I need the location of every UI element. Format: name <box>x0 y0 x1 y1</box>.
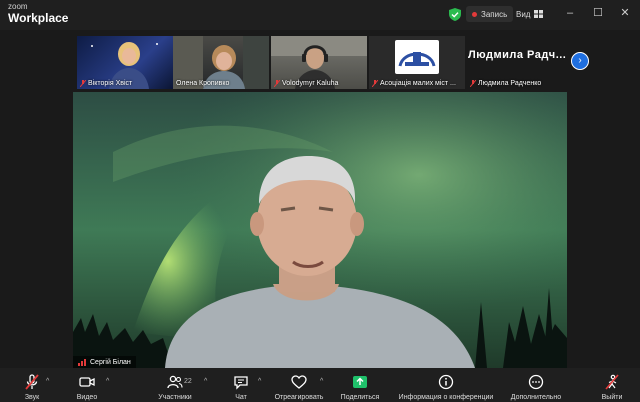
record-label: Запись <box>481 9 508 19</box>
info-icon <box>438 374 454 390</box>
security-shield-icon[interactable] <box>449 8 461 21</box>
chat-bubble-icon <box>234 376 248 390</box>
muted-mic-icon <box>372 80 378 87</box>
main-video[interactable]: Сергій Білан <box>73 92 567 368</box>
app-logo: zoom Workplace <box>8 2 69 25</box>
featured-participant-name: Людмила Радч... <box>468 49 567 61</box>
grid-view-icon <box>534 10 544 18</box>
close-icon[interactable]: ✕ <box>618 6 632 20</box>
next-page-button[interactable]: › <box>571 52 589 70</box>
speaker-video <box>73 92 567 368</box>
video-camera-icon <box>79 377 95 387</box>
more-label: Дополнительно <box>510 394 562 401</box>
meeting-info-label: Информация о конференции <box>398 394 494 401</box>
signal-bars-icon <box>78 358 86 366</box>
participants-count: 22 <box>184 378 192 385</box>
leave-button[interactable]: Выйти <box>598 370 626 402</box>
participant-name: Олена Кропивко <box>176 80 230 87</box>
meeting-toolbar: Звук ^ Видео ^ Участники 22 ^ Чат ^ Отре… <box>0 368 640 402</box>
maximize-icon[interactable]: ☐ <box>591 6 605 20</box>
participant-name: Вікторія Хвіст <box>80 80 132 87</box>
react-button[interactable]: Отреагировать <box>271 370 327 402</box>
share-screen-button[interactable]: Поделиться <box>336 370 384 402</box>
meeting-info-button[interactable]: Информация о конференции <box>393 370 499 402</box>
audio-button[interactable]: Звук <box>18 370 46 402</box>
participants-button[interactable]: Участники <box>155 370 195 402</box>
speaker-name-label: Сергій Білан <box>73 356 136 368</box>
record-dot-icon <box>472 11 477 17</box>
logo-line1: zoom <box>8 2 28 11</box>
video-options-chevron-icon[interactable]: ^ <box>106 378 109 385</box>
participant-name: Volodymyr Kaluha <box>274 80 338 87</box>
view-label: Вид <box>516 9 531 19</box>
muted-mic-icon <box>274 80 280 87</box>
participants-icon <box>167 375 183 389</box>
record-button[interactable]: Запись <box>466 6 514 22</box>
more-dots-icon <box>528 374 544 390</box>
minimize-icon[interactable]: – <box>563 6 577 20</box>
participant-name: Людмила Радченко <box>470 80 541 87</box>
participant-tile[interactable]: Вікторія Хвіст <box>77 36 173 89</box>
speaker-name: Сергій Білан <box>90 358 131 366</box>
chevron-right-icon: › <box>578 55 582 66</box>
audio-label: Звук <box>24 394 40 401</box>
more-button[interactable]: Дополнительно <box>506 370 566 402</box>
react-options-chevron-icon[interactable]: ^ <box>320 378 323 385</box>
participants-label: Участники <box>158 394 192 401</box>
video-button[interactable]: Видео <box>72 370 102 402</box>
participant-tile[interactable]: Volodymyr Kaluha <box>271 36 367 89</box>
react-label: Отреагировать <box>274 394 324 401</box>
participant-tile[interactable]: Асоціація малих міст ... <box>369 36 465 89</box>
muted-mic-icon <box>470 80 476 87</box>
share-screen-icon <box>353 376 367 388</box>
view-button[interactable]: Вид <box>510 6 549 22</box>
audio-options-chevron-icon[interactable]: ^ <box>46 378 49 385</box>
muted-mic-icon <box>25 374 39 390</box>
participant-tile[interactable]: Людмила Радченко <box>467 36 563 89</box>
leave-person-icon <box>605 374 619 390</box>
participants-options-chevron-icon[interactable]: ^ <box>204 378 207 385</box>
share-label: Поделиться <box>340 394 380 401</box>
leave-label: Выйти <box>601 394 623 401</box>
chat-button[interactable]: Чат <box>230 370 252 402</box>
participant-name: Асоціація малих міст ... <box>372 80 456 87</box>
chat-options-chevron-icon[interactable]: ^ <box>258 378 261 385</box>
logo-line2: Workplace <box>8 11 69 25</box>
chat-label: Чат <box>235 394 247 401</box>
video-label: Видео <box>76 394 98 401</box>
muted-mic-icon <box>80 80 86 87</box>
heart-icon <box>291 375 307 389</box>
title-bar: zoom Workplace Запись Вид – ☐ ✕ <box>0 0 640 30</box>
participant-tile[interactable]: Олена Кропивко <box>173 36 269 89</box>
